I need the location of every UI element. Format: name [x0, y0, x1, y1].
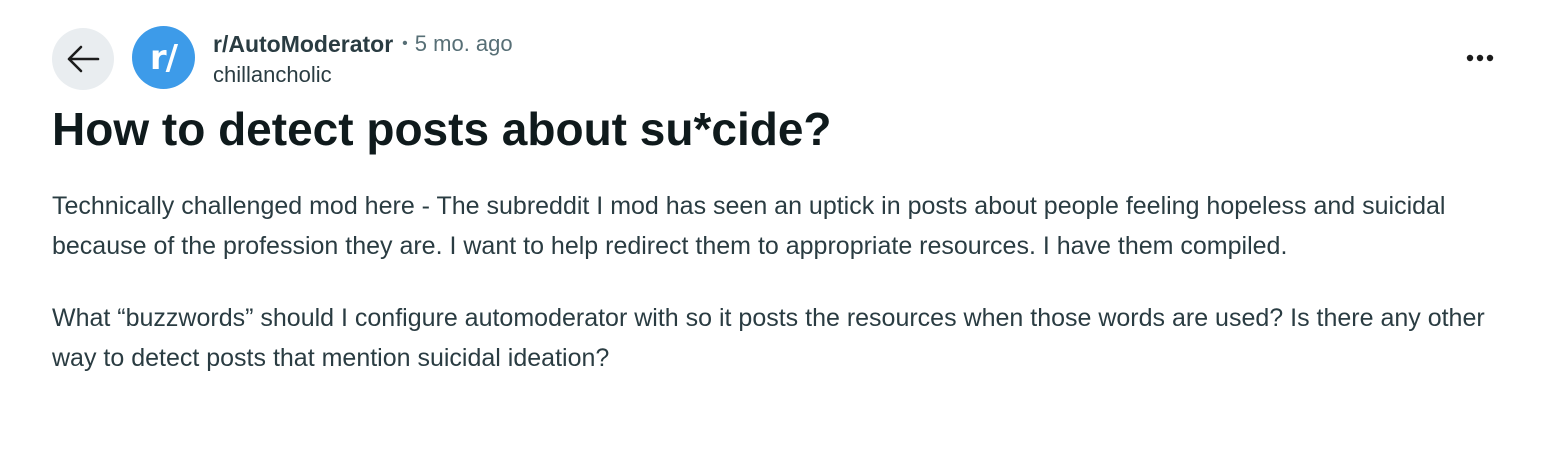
subreddit-avatar[interactable]: r/	[132, 26, 195, 89]
post-title[interactable]: How to detect posts about su*cide?	[52, 99, 832, 159]
post-timestamp: 5 mo. ago	[414, 31, 513, 56]
author-link[interactable]: chillancholic	[213, 62, 513, 88]
meta-separator: •	[402, 35, 408, 52]
ellipsis-horizontal-icon	[1466, 54, 1494, 62]
arrow-left-icon	[67, 45, 100, 73]
post-paragraph: What “buzzwords” should I configure auto…	[52, 304, 1485, 372]
post-meta: r/AutoModerator • 5 mo. ago chillancholi…	[213, 30, 513, 88]
back-button[interactable]	[52, 28, 114, 90]
meta-line: r/AutoModerator • 5 mo. ago	[213, 30, 513, 58]
overflow-menu-button[interactable]	[1460, 44, 1500, 72]
post-header: r/ r/AutoModerator • 5 mo. ago chillanch…	[52, 26, 1516, 90]
post-body: Technically challenged mod here - The su…	[52, 186, 1522, 378]
post-paragraph: Technically challenged mod here - The su…	[52, 192, 1446, 260]
avatar-label: r/	[149, 37, 178, 78]
subreddit-link[interactable]: r/AutoModerator	[213, 31, 393, 58]
